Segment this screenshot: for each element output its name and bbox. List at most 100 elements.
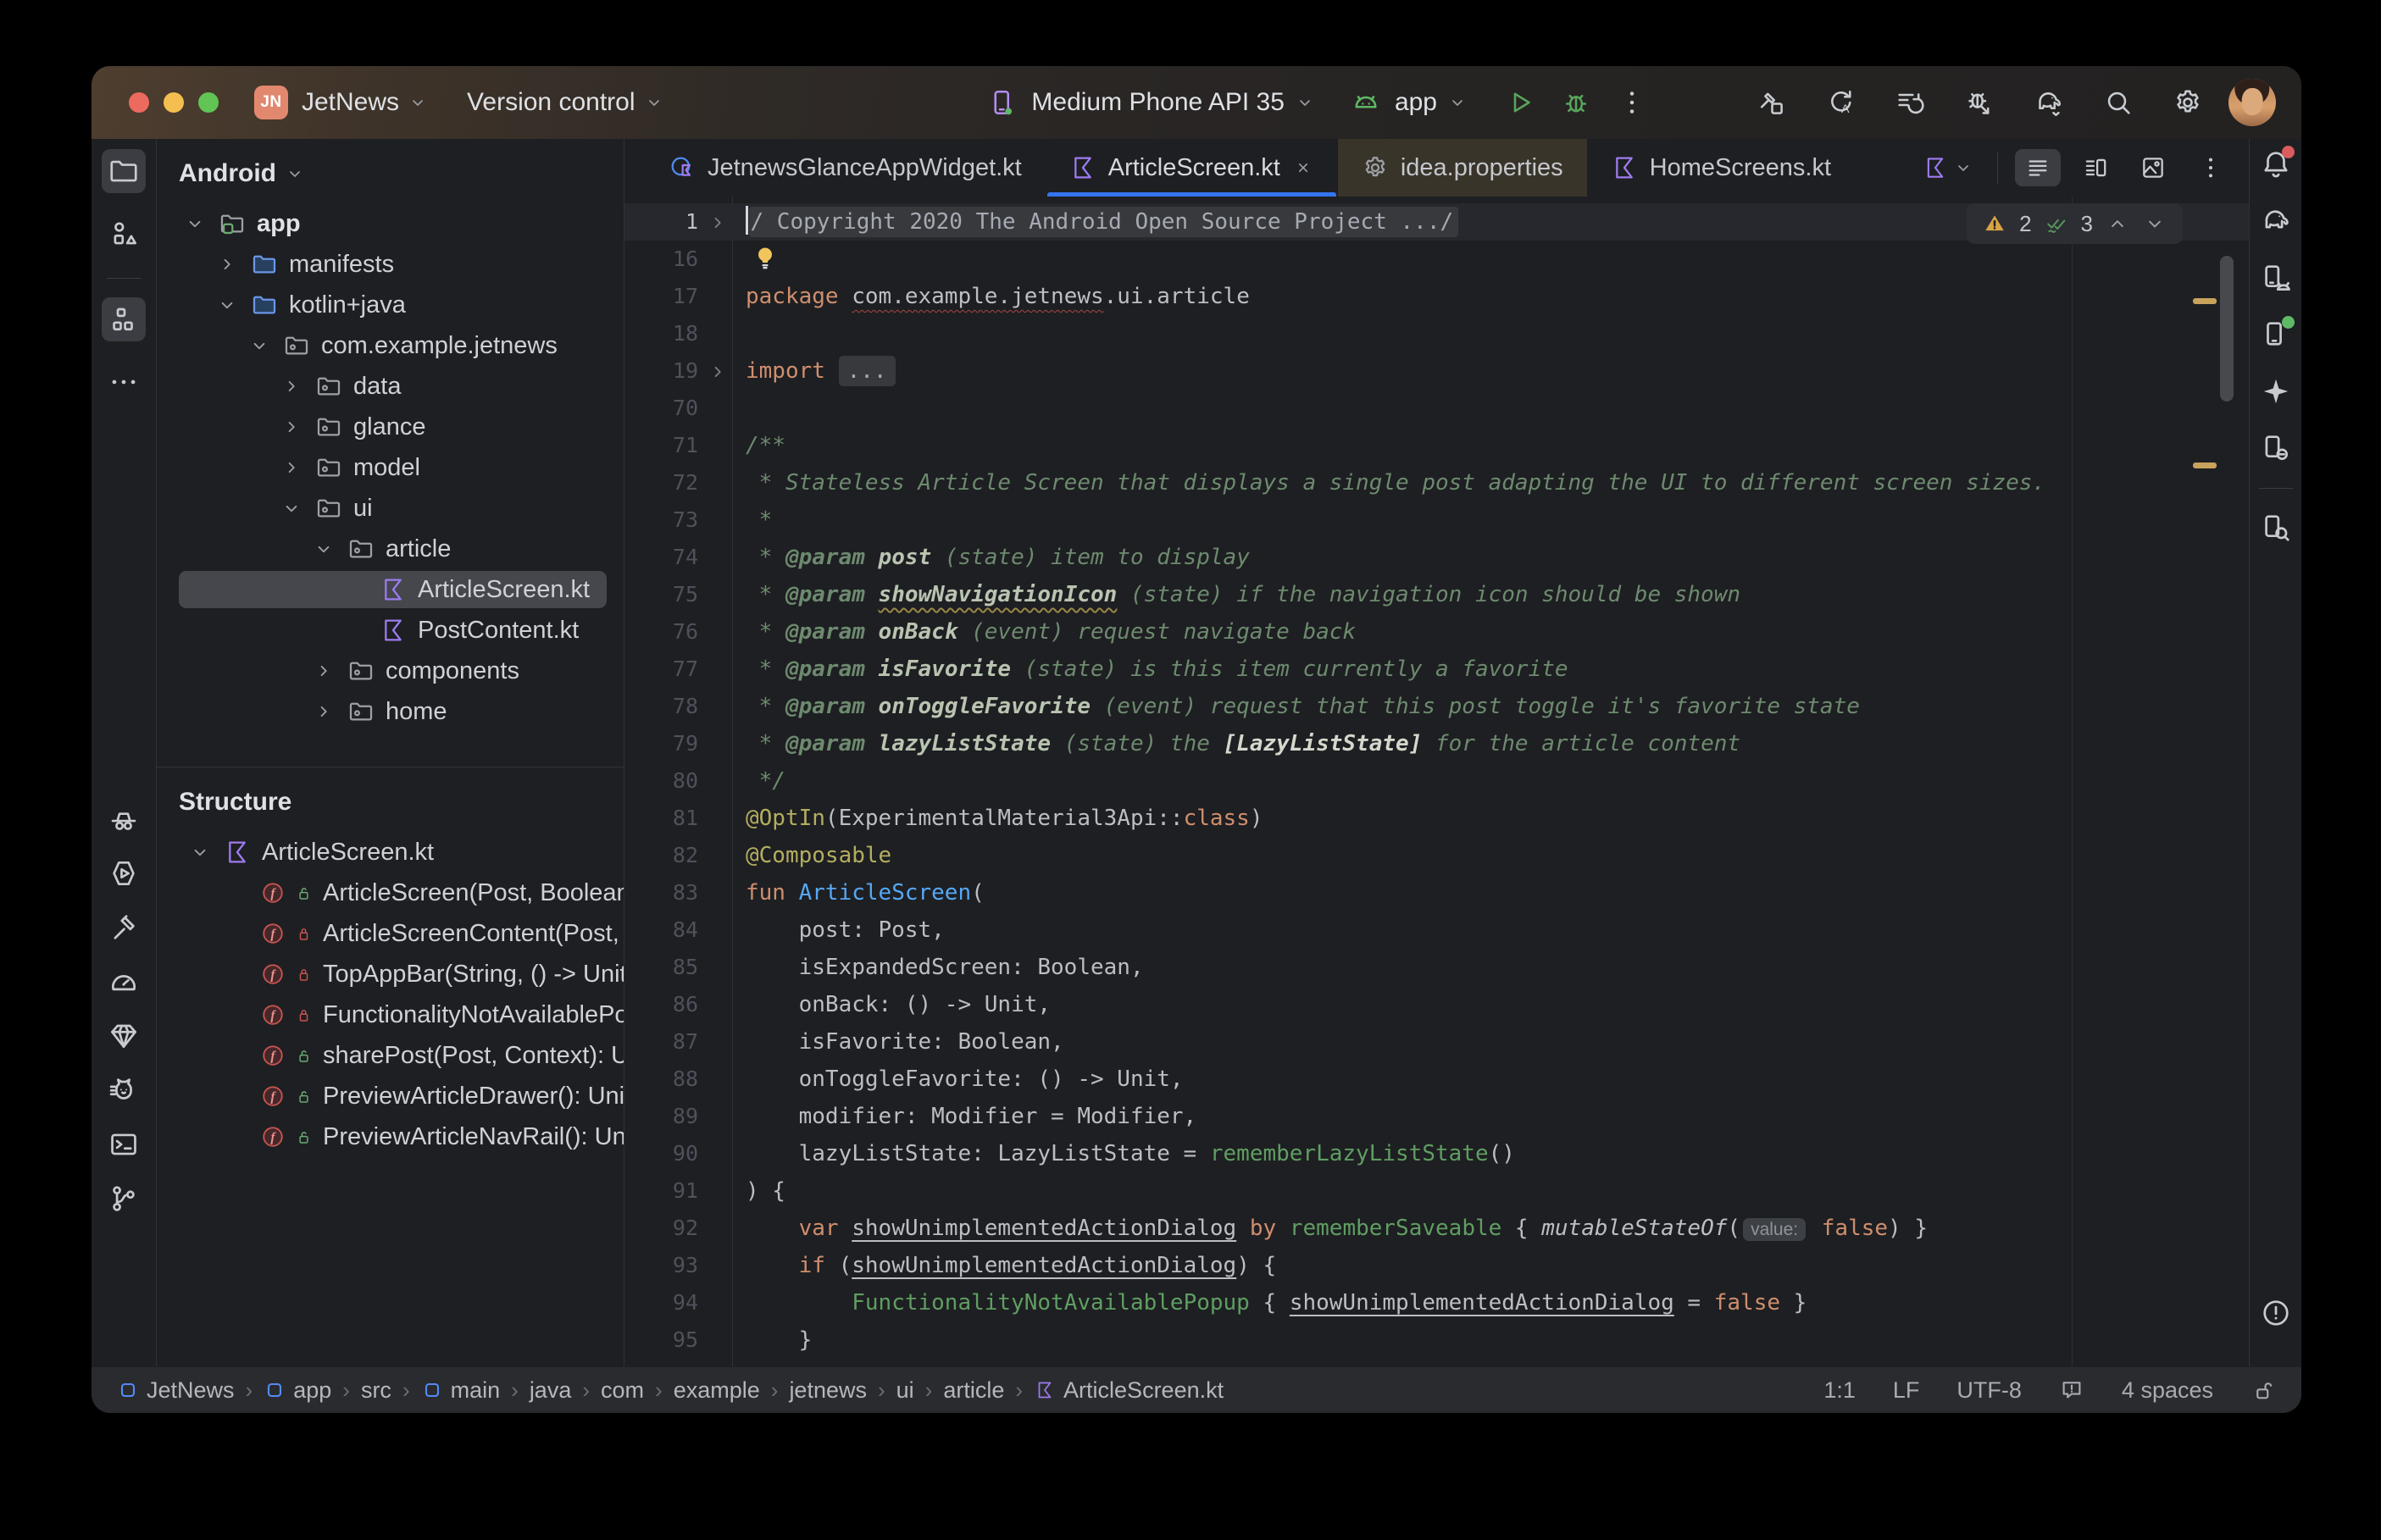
chevron-down-icon[interactable] [247,333,272,358]
code-line-78[interactable]: 78 * @param onToggleFavorite (event) req… [624,688,2249,725]
tree-item-home[interactable]: home [157,691,624,732]
breadcrumb-item-jetnews[interactable]: jetnews [789,1377,867,1404]
fold-arrow-icon[interactable] [703,208,729,234]
run-button[interactable] [1501,84,1539,121]
chevron-down-icon[interactable] [214,292,240,318]
code-line-70[interactable]: 70 [624,390,2249,427]
attach-debugger-button[interactable] [1961,84,1998,121]
breadcrumb-item-app[interactable]: app [264,1377,331,1404]
rail-incognito-button[interactable] [102,797,146,841]
code-line-87[interactable]: 87 isFavorite: Boolean, [624,1023,2249,1061]
next-issue-button[interactable] [2142,211,2167,236]
code-line-92[interactable]: 92 var showUnimplementedActionDialog by … [624,1210,2249,1247]
rail-structure-squares-button[interactable] [102,297,146,341]
apply-changes-button[interactable]: A [1822,84,1859,121]
code-line-90[interactable]: 90 lazyListState: LazyListState = rememb… [624,1135,2249,1172]
chevron-right-icon[interactable] [279,414,304,440]
tab-homescreens-kt[interactable]: HomeScreens.kt [1587,139,1855,197]
code-line-86[interactable]: 86 onBack: () -> Unit, [624,986,2249,1023]
minimize-window-button[interactable] [164,92,184,113]
tab-idea-properties[interactable]: idea.properties [1338,139,1587,197]
settings-gear-button[interactable] [2169,84,2206,121]
search-button[interactable] [2100,84,2137,121]
intention-bulb-icon[interactable] [751,244,780,273]
fold-arrow-icon[interactable] [703,357,729,383]
code-line-93[interactable]: 93 if (showUnimplementedActionDialog) { [624,1247,2249,1284]
breadcrumb-item-jetnews[interactable]: JetNews [117,1377,235,1404]
code-line-75[interactable]: 75 * @param showNavigationIcon (state) i… [624,576,2249,613]
structure-member-topappbar-string-unit[interactable]: fTopAppBar(String, () -> Unit, [157,954,624,994]
breadcrumb-item-src[interactable]: src [361,1377,391,1404]
editor-view-mode-button[interactable] [2015,149,2061,186]
line-separator-widget[interactable]: LF [1893,1377,1920,1404]
code-line-16[interactable]: 16 [624,241,2249,278]
apply-code-changes-button[interactable] [1891,84,1929,121]
rail-project-folder-button[interactable] [102,149,146,193]
code-line-88[interactable]: 88 onToggleFavorite: () -> Unit, [624,1061,2249,1098]
chevron-right-icon[interactable] [279,455,304,480]
code-line-71[interactable]: 71/** [624,427,2249,464]
maximize-window-button[interactable] [198,92,219,113]
code-line-76[interactable]: 76 * @param onBack (event) request navig… [624,613,2249,651]
chevron-right-icon[interactable] [214,252,240,277]
structure-member-articlescreen-post-boolean[interactable]: fArticleScreen(Post, Boolean, [157,872,624,913]
code-line-95[interactable]: 95 } [624,1321,2249,1359]
inspections-widget[interactable]: 2 3 [1967,203,2183,244]
code-line-17[interactable]: 17package com.example.jetnews.ui.article [624,278,2249,315]
code-line-84[interactable]: 84 post: Post, [624,911,2249,949]
split-editor-button[interactable] [2073,149,2118,186]
rail-problems-circle-button[interactable] [2256,1293,2296,1333]
warning-stripe-mark[interactable] [2193,298,2217,304]
chevron-right-icon[interactable] [311,699,336,724]
rail-running-devices-button[interactable] [2256,314,2296,355]
code-line-73[interactable]: 73 * [624,501,2249,539]
rail-services-hexagon-play-button[interactable] [102,851,146,895]
rail-quality-gem-button[interactable] [102,1014,146,1058]
structure-member-sharepost-post-context-un[interactable]: fsharePost(Post, Context): Un [157,1035,624,1076]
vcs-menu[interactable]: Version control [467,88,663,117]
debug-button[interactable] [1557,84,1595,121]
project-view-header[interactable]: Android [157,139,624,203]
code-line-94[interactable]: 94 FunctionalityNotAvailablePopup { show… [624,1284,2249,1321]
gradle-sync-button[interactable] [2030,84,2067,121]
rail-more-horizontal-button[interactable] [102,360,146,404]
tree-item-glance[interactable]: glance [157,407,624,447]
tab-options-button[interactable] [2188,149,2234,186]
code-line-89[interactable]: 89 modifier: Modifier = Modifier, [624,1098,2249,1135]
breadcrumb-item-articlescreen-kt[interactable]: ArticleScreen.kt [1034,1377,1224,1404]
tab-jetnewsglanceappwidget-kt[interactable]: JetnewsGlanceAppWidget.kt [645,139,1046,197]
rail-notifications-bell-button[interactable] [2256,144,2296,185]
rail-git-branch-button[interactable] [102,1177,146,1221]
project-name-menu[interactable]: JetNews [302,88,428,117]
breadcrumb-item-com[interactable]: com [601,1377,644,1404]
tree-item-articlescreen-kt[interactable]: ArticleScreen.kt [157,569,624,610]
chevron-down-icon[interactable] [311,536,336,562]
annotations-bubble-icon[interactable] [2059,1377,2084,1403]
breadcrumb-item-java[interactable]: java [530,1377,572,1404]
rail-gradle-elephant-button[interactable] [2256,201,2296,241]
tree-item-app[interactable]: app [157,203,624,244]
structure-member-articlescreencontent-post[interactable]: fArticleScreenContent(Post, () [157,913,624,954]
code-line-79[interactable]: 79 * @param lazyListState (state) the [L… [624,725,2249,762]
tree-item-com-example-jetnews[interactable]: com.example.jetnews [157,325,624,366]
tree-item-article[interactable]: article [157,529,624,569]
preview-button[interactable] [2130,149,2176,186]
rail-profiler-gauge-button[interactable] [102,960,146,1004]
code-line-85[interactable]: 85 isExpandedScreen: Boolean, [624,949,2249,986]
tree-item-postcontent-kt[interactable]: PostContent.kt [157,610,624,651]
code-line-74[interactable]: 74 * @param post (state) item to display [624,539,2249,576]
rail-terminal-button[interactable] [102,1122,146,1166]
breadcrumb-item-example[interactable]: example [674,1377,760,1404]
code-line-19[interactable]: 19import ... [624,352,2249,390]
breadcrumb-item-article[interactable]: article [943,1377,1004,1404]
code-line-82[interactable]: 82@Composable [624,837,2249,874]
rail-resource-manager-button[interactable] [102,212,146,256]
tree-item-manifests[interactable]: manifests [157,244,624,285]
rail-build-hammer-plain-button[interactable] [102,906,146,950]
indent-widget[interactable]: 4 spaces [2122,1377,2213,1404]
rail-device-mirroring-button[interactable] [2256,428,2296,468]
rail-gemini-sparkle-button[interactable] [2256,371,2296,412]
code-editor[interactable]: 1/ Copyright 2020 The Android Open Sourc… [624,197,2249,1366]
editor-scrollbar[interactable] [2220,256,2234,402]
code-line-72[interactable]: 72 * Stateless Article Screen that displ… [624,464,2249,501]
